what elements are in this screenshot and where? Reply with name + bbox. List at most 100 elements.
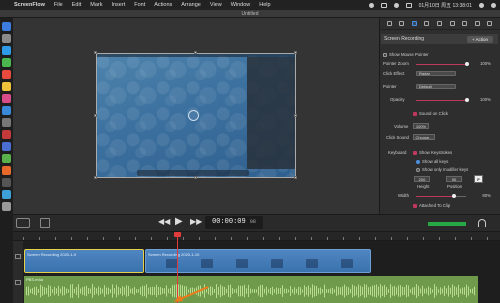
keystroke-position-field[interactable]: 90 bbox=[446, 176, 462, 182]
width-slider[interactable] bbox=[452, 194, 456, 198]
messages-icon[interactable] bbox=[2, 58, 11, 67]
add-action-button[interactable]: + Action bbox=[466, 35, 493, 43]
audio-clip[interactable]: PBS.m4a bbox=[24, 276, 478, 303]
menu-edit[interactable]: Edit bbox=[72, 2, 81, 8]
menu-app-name[interactable]: ScreenFlow bbox=[14, 2, 45, 8]
control-center-icon[interactable] bbox=[491, 2, 496, 8]
calendar-icon[interactable] bbox=[2, 70, 11, 79]
resize-handle-left[interactable] bbox=[94, 114, 97, 117]
safari-icon[interactable] bbox=[2, 46, 11, 55]
word-icon[interactable] bbox=[2, 142, 11, 151]
text-properties-icon[interactable] bbox=[462, 21, 468, 26]
menu-clock[interactable]: 01月10日 周五 13:38:01 bbox=[419, 2, 472, 9]
show-keystrokes-checkbox[interactable] bbox=[413, 150, 417, 155]
click-effect-select[interactable]: Radar bbox=[416, 71, 456, 76]
menu-actions[interactable]: Actions bbox=[154, 2, 172, 8]
pointer-zoom-slider[interactable] bbox=[465, 62, 469, 66]
video-properties-icon[interactable] bbox=[386, 21, 392, 26]
waveform-bar bbox=[80, 288, 81, 294]
play-icon[interactable]: ▶ bbox=[175, 216, 183, 227]
resize-handle-bottom-right[interactable] bbox=[294, 176, 297, 179]
qq-icon[interactable] bbox=[2, 190, 11, 199]
audio-properties-icon[interactable] bbox=[399, 21, 405, 26]
menu-help[interactable]: Help bbox=[259, 2, 270, 8]
annotations-icon[interactable] bbox=[449, 21, 455, 26]
battery-icon[interactable] bbox=[405, 2, 412, 8]
show-keystrokes-row[interactable]: Show Keystrokes bbox=[413, 150, 452, 155]
screen-recording-icon[interactable] bbox=[411, 21, 417, 26]
waveform-bar bbox=[254, 289, 255, 293]
notes-icon[interactable] bbox=[2, 82, 11, 91]
screen-recording-preview[interactable] bbox=[97, 54, 295, 177]
waveform-bar bbox=[286, 288, 287, 294]
resize-handle-right[interactable] bbox=[294, 114, 297, 117]
callout-icon[interactable] bbox=[424, 21, 430, 26]
waveform-bar bbox=[150, 287, 151, 295]
menu-font[interactable]: Font bbox=[134, 2, 145, 8]
recorded-inspector-panel bbox=[247, 57, 295, 169]
waveform-bar bbox=[70, 284, 71, 298]
terminal-icon[interactable] bbox=[2, 178, 11, 187]
show-modifier-keys-row[interactable]: Show only modifier keys bbox=[416, 167, 468, 172]
settings-icon[interactable] bbox=[2, 118, 11, 127]
screenflow-icon[interactable] bbox=[2, 130, 11, 139]
track-1-toggle-icon[interactable] bbox=[15, 254, 21, 259]
waveform-bar bbox=[426, 288, 427, 294]
resize-handle-bottom[interactable] bbox=[194, 176, 197, 179]
attached-to-clip-row[interactable]: Attached To Clip bbox=[413, 203, 450, 208]
launchpad-icon[interactable] bbox=[2, 34, 11, 43]
menu-arrange[interactable]: Arrange bbox=[181, 2, 201, 8]
search-icon[interactable] bbox=[479, 2, 484, 8]
resize-handle-top-right[interactable] bbox=[294, 51, 297, 54]
keystroke-height-field[interactable]: 200 bbox=[414, 176, 430, 182]
video-clip[interactable]: Screen Recording 2020-1-10 bbox=[145, 249, 371, 273]
sound-on-click-row[interactable]: Sound on Click bbox=[413, 111, 448, 116]
fast-forward-icon[interactable]: ▶▶ bbox=[190, 217, 202, 226]
music-icon[interactable] bbox=[2, 94, 11, 103]
menu-window[interactable]: Window bbox=[231, 2, 251, 8]
headphones-icon[interactable] bbox=[478, 219, 486, 227]
waveform-bar bbox=[156, 284, 157, 298]
crop-icon[interactable] bbox=[40, 218, 50, 228]
trash-icon[interactable] bbox=[2, 202, 11, 211]
touch-callout-icon[interactable] bbox=[436, 21, 442, 26]
show-modifier-keys-radio[interactable] bbox=[416, 167, 420, 172]
rewind-icon[interactable]: ◀◀ bbox=[158, 217, 170, 226]
show-mouse-pointer-label: Show Mouse Pointer bbox=[389, 52, 429, 57]
finder-icon[interactable] bbox=[2, 22, 11, 31]
show-mouse-pointer-row[interactable]: Show Mouse Pointer bbox=[383, 52, 429, 57]
resize-handle-top-left[interactable] bbox=[94, 51, 97, 54]
pointer-select[interactable]: Default bbox=[416, 84, 456, 89]
display-icon[interactable] bbox=[380, 2, 387, 8]
app-store-icon[interactable] bbox=[2, 106, 11, 115]
show-all-keys-radio[interactable] bbox=[416, 159, 420, 164]
music-library-icon[interactable] bbox=[487, 21, 493, 26]
opacity-slider[interactable] bbox=[465, 98, 469, 102]
menu-insert[interactable]: Insert bbox=[111, 2, 125, 8]
show-all-keys-row[interactable]: Show all keys bbox=[416, 159, 448, 164]
wechat-icon[interactable] bbox=[2, 154, 11, 163]
resize-handle-bottom-left[interactable] bbox=[94, 176, 97, 179]
menu-view[interactable]: View bbox=[210, 2, 222, 8]
screenflow-status-icon[interactable] bbox=[368, 2, 374, 8]
timeline-ruler[interactable] bbox=[13, 232, 500, 241]
track-2-toggle-icon[interactable] bbox=[15, 280, 21, 285]
font-button[interactable]: F bbox=[474, 175, 483, 183]
playhead-handle[interactable] bbox=[174, 232, 181, 237]
video-clip-selected[interactable]: Screen Recording 2020-1-9 bbox=[24, 249, 144, 273]
sound-on-click-checkbox[interactable] bbox=[413, 111, 417, 116]
click-sound-button[interactable]: Choose... bbox=[413, 134, 435, 140]
photos-icon[interactable] bbox=[2, 166, 11, 175]
show-mouse-pointer-checkbox[interactable] bbox=[383, 52, 387, 57]
waveform-bar bbox=[234, 289, 235, 293]
waveform-bar bbox=[296, 288, 297, 294]
record-icon[interactable] bbox=[16, 218, 30, 228]
waveform-bar bbox=[258, 286, 259, 296]
media-library-icon[interactable] bbox=[474, 21, 480, 26]
menu-mark[interactable]: Mark bbox=[90, 2, 102, 8]
wifi-icon[interactable] bbox=[393, 2, 399, 8]
volume-field[interactable]: 100% bbox=[413, 123, 429, 129]
resize-handle-top[interactable] bbox=[194, 51, 197, 54]
menu-file[interactable]: File bbox=[54, 2, 63, 8]
attached-to-clip-checkbox[interactable] bbox=[413, 203, 417, 208]
